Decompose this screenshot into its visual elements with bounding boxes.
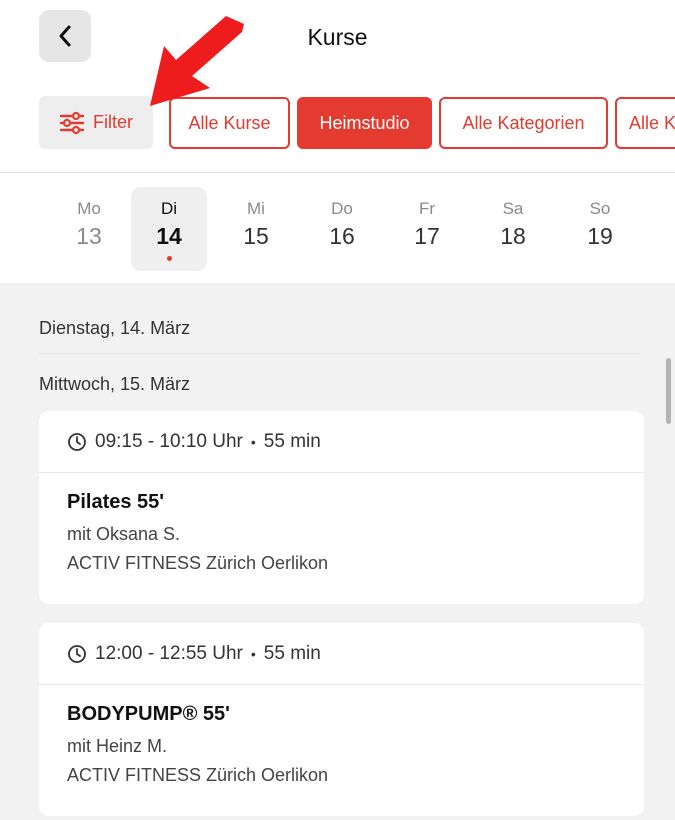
day-so[interactable]: So 19 [562,187,638,271]
day-name: So [589,199,611,218]
filter-bar: Filter Alle Kurse Heimstudio Alle Katego… [0,96,675,151]
chip-alle-k[interactable]: Alle K [615,97,675,149]
day-mi[interactable]: Mi 15 [218,187,294,271]
class-instructor: mit Heinz M. [67,736,168,756]
day-name: Sa [502,199,524,218]
class-duration: 55 min [263,642,321,664]
class-list[interactable]: Dienstag, 14. März Mittwoch, 15. März 09… [0,283,675,820]
bullet-separator: • [250,645,256,662]
day-date: 14 [156,223,182,249]
class-time-row: 12:00 - 12:55 Uhr • 55 min [39,623,644,685]
bullet-separator: • [250,433,256,450]
chip-heimstudio[interactable]: Heimstudio [297,97,432,149]
class-duration: 55 min [263,430,321,452]
section-divider [39,353,640,354]
class-title: BODYPUMP® 55' [67,703,230,725]
section-heading-tuesday: Dienstag, 14. März [39,318,191,338]
day-di[interactable]: Di 14 [131,187,207,271]
class-title: Pilates 55' [67,491,165,513]
day-date: 19 [587,223,613,249]
section-heading-wednesday: Mittwoch, 15. März [39,374,191,394]
scrollbar[interactable] [666,358,671,424]
day-name: Fr [418,199,436,218]
class-time: 12:00 - 12:55 Uhr [95,642,243,664]
clock-icon [68,432,86,451]
class-instructor: mit Oksana S. [67,524,181,544]
day-fr[interactable]: Fr 17 [389,187,465,271]
class-card[interactable]: 09:15 - 10:10 Uhr • 55 min Pilates 55' m… [39,411,644,604]
day-name: Do [331,199,353,218]
day-date: 17 [414,223,440,249]
day-sa[interactable]: Sa 18 [475,187,551,271]
class-time-row: 09:15 - 10:10 Uhr • 55 min [39,411,644,473]
header: Kurse [0,0,675,80]
chip-alle-kategorien[interactable]: Alle Kategorien [439,97,608,149]
day-name: Mi [247,199,265,218]
annotation-arrow-icon [150,16,244,106]
day-date: 13 [76,223,102,249]
day-name: Di [160,199,178,218]
day-date: 15 [243,223,269,249]
day-do[interactable]: Do 16 [304,187,380,271]
sliders-icon [59,111,85,134]
page-title: Kurse [307,24,368,50]
day-picker: Mo 13 Di 14 Mi 15 Do 16 Fr 17 Sa 18 So 1… [0,173,675,283]
class-card[interactable]: 12:00 - 12:55 Uhr • 55 min BODYPUMP® 55'… [39,623,644,816]
day-date: 18 [500,223,526,249]
class-time: 09:15 - 10:10 Uhr [95,430,243,452]
class-location: ACTIV FITNESS Zürich Oerlikon [67,553,329,573]
clock-icon [68,644,86,663]
day-mo[interactable]: Mo 13 [51,187,127,271]
class-location: ACTIV FITNESS Zürich Oerlikon [67,765,329,785]
day-name: Mo [77,199,101,218]
day-date: 16 [329,223,355,249]
today-dot [166,256,172,261]
